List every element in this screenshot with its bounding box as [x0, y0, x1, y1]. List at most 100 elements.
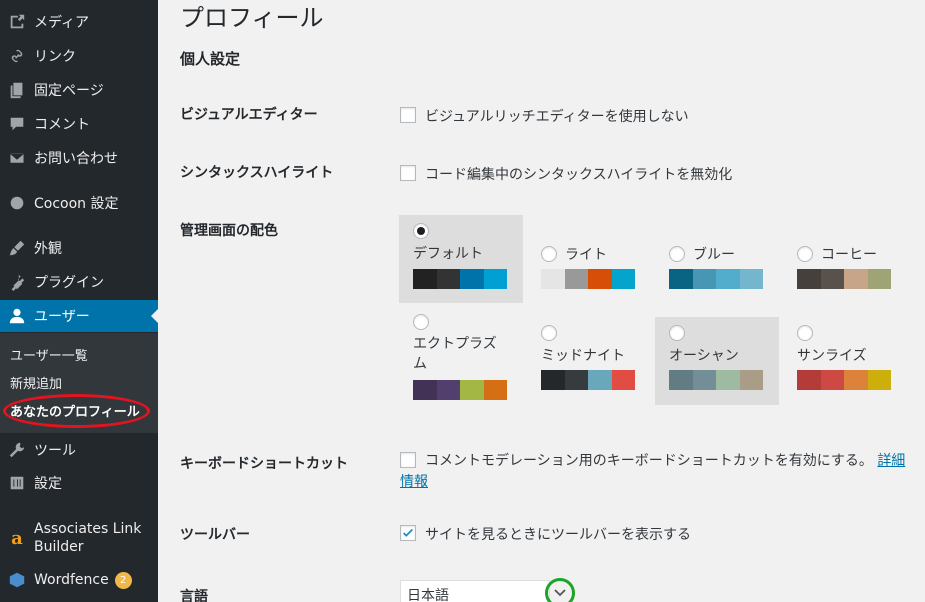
user-icon — [0, 307, 34, 325]
color-swatch — [820, 370, 844, 390]
language-label: 言語 — [180, 589, 208, 602]
color-swatch — [541, 269, 565, 289]
keyboard-shortcuts-checkbox[interactable] — [400, 452, 416, 468]
sidebar-item-label: お問い合わせ — [34, 151, 118, 167]
wrench-icon — [0, 441, 34, 459]
visual-editor-option[interactable]: ビジュアルリッチエディターを使用しない — [400, 106, 689, 126]
chevron-down-icon[interactable] — [554, 589, 566, 597]
sidebar-item-associates-link-builder[interactable]: a Associates Link Builder — [0, 518, 158, 558]
syntax-highlight-option[interactable]: コード編集中のシンタックスハイライトを無効化 — [400, 164, 732, 184]
color-swatch — [483, 269, 507, 289]
plugin-icon — [0, 273, 34, 291]
color-swatch — [844, 370, 868, 390]
toolbar-option[interactable]: サイトを見るときにツールバーを表示する — [400, 524, 691, 544]
color-swatch — [460, 269, 484, 289]
sidebar-item-label: 外観 — [34, 241, 62, 257]
page-icon — [0, 81, 34, 99]
settings-icon — [0, 474, 34, 492]
color-swatch — [692, 370, 716, 390]
color-scheme-ocean[interactable]: オーシャン — [655, 317, 779, 405]
color-scheme-name: サンライズ — [797, 348, 867, 364]
color-scheme-name: ライト — [565, 247, 607, 263]
sidebar-item-label: 固定ページ — [34, 83, 104, 99]
red-highlight-ellipse — [3, 394, 150, 428]
color-scheme-radio[interactable] — [541, 325, 557, 341]
color-scheme-name: ミッドナイト — [541, 348, 625, 364]
submenu-item-all-users[interactable]: ユーザー一覧 — [10, 345, 88, 364]
color-swatch — [797, 370, 821, 390]
sidebar-item-pages[interactable]: 固定ページ — [0, 74, 158, 106]
color-swatch — [739, 269, 763, 289]
color-swatch — [669, 370, 693, 390]
color-scheme-coffee[interactable]: コーヒー — [783, 215, 907, 303]
submenu-item-add-new[interactable]: 新規追加 — [10, 373, 62, 392]
color-scheme-radio[interactable] — [541, 246, 557, 262]
color-scheme-radio[interactable] — [797, 325, 813, 341]
link-icon — [0, 47, 34, 65]
color-scheme-name: コーヒー — [821, 247, 877, 263]
color-swatch — [716, 269, 740, 289]
color-swatch — [867, 269, 891, 289]
color-scheme-midnight[interactable]: ミッドナイト — [527, 317, 651, 405]
sidebar-item-contact[interactable]: お問い合わせ — [0, 142, 158, 174]
syntax-highlight-checkbox[interactable] — [400, 165, 416, 181]
sidebar-item-media[interactable]: メディア — [0, 6, 158, 38]
color-scheme-radio[interactable] — [413, 223, 429, 239]
color-scheme-ectoplasm[interactable]: エクトプラズム — [399, 306, 523, 406]
color-scheme-sunrise[interactable]: サンライズ — [783, 317, 907, 405]
toolbar-checkbox[interactable] — [400, 525, 416, 541]
color-swatch — [844, 269, 868, 289]
sidebar-item-label: Cocoon 設定 — [34, 196, 119, 212]
sidebar-item-cocoon[interactable]: Cocoon 設定 — [0, 187, 158, 219]
notification-badge: 2 — [114, 571, 132, 589]
visual-editor-label: ビジュアルエディター — [180, 107, 318, 123]
color-scheme-radio[interactable] — [669, 325, 685, 341]
admin-color-label: 管理画面の配色 — [180, 223, 278, 239]
visual-editor-checkbox[interactable] — [400, 107, 416, 123]
color-scheme-light[interactable]: ライト — [527, 215, 651, 303]
circle-icon — [0, 194, 34, 212]
color-scheme-default[interactable]: デフォルト — [399, 215, 523, 303]
sidebar-item-settings[interactable]: 設定 — [0, 467, 158, 499]
color-swatch — [483, 380, 507, 400]
brush-icon — [0, 239, 34, 257]
keyboard-shortcuts-option-text: コメントモデレーション用のキーボードショートカットを有効にする。 — [425, 453, 873, 469]
sidebar-item-label: ツール — [34, 443, 76, 459]
sidebar-item-comments[interactable]: コメント — [0, 108, 158, 140]
sidebar-item-wordfence[interactable]: Wordfence 2 — [0, 564, 158, 596]
sidebar-item-users[interactable]: ユーザー — [0, 300, 158, 332]
color-swatch — [669, 269, 693, 289]
color-swatch — [797, 269, 821, 289]
color-scheme-name: オーシャン — [669, 348, 739, 364]
sidebar-item-label: プラグイン — [34, 275, 104, 291]
color-scheme-radio[interactable] — [413, 314, 429, 330]
color-scheme-blue[interactable]: ブルー — [655, 215, 779, 303]
sidebar-item-label: コメント — [34, 117, 90, 133]
language-select[interactable]: 日本語 — [400, 580, 550, 602]
toolbar-option-text: サイトを見るときにツールバーを表示する — [425, 527, 691, 543]
media-icon — [0, 13, 34, 31]
color-scheme-name: デフォルト — [413, 246, 483, 262]
sidebar-item-label: リンク — [34, 49, 76, 65]
keyboard-shortcuts-option[interactable]: コメントモデレーション用のキーボードショートカットを有効にする。 詳細 — [400, 451, 910, 471]
toolbar-label: ツールバー — [180, 527, 250, 543]
sidebar-item-plugins[interactable]: プラグイン — [0, 266, 158, 298]
sidebar-item-label: 設定 — [34, 476, 62, 492]
color-scheme-name: ブルー — [693, 247, 735, 263]
color-scheme-name: エクトプラズム — [413, 336, 497, 372]
color-swatch — [739, 370, 763, 390]
color-swatch — [692, 269, 716, 289]
sidebar-item-links[interactable]: リンク — [0, 40, 158, 72]
color-swatch — [564, 269, 588, 289]
details-link[interactable]: 詳細 — [877, 453, 905, 469]
color-scheme-radio[interactable] — [669, 246, 685, 262]
color-swatches — [669, 269, 763, 289]
syntax-highlight-option-text: コード編集中のシンタックスハイライトを無効化 — [425, 167, 733, 183]
wordfence-icon — [0, 571, 34, 589]
sidebar-item-tools[interactable]: ツール — [0, 434, 158, 466]
color-swatch — [541, 370, 565, 390]
sidebar-item-appearance[interactable]: 外観 — [0, 232, 158, 264]
color-swatch — [564, 370, 588, 390]
info-link[interactable]: 情報 — [400, 471, 428, 491]
color-scheme-radio[interactable] — [797, 246, 813, 262]
